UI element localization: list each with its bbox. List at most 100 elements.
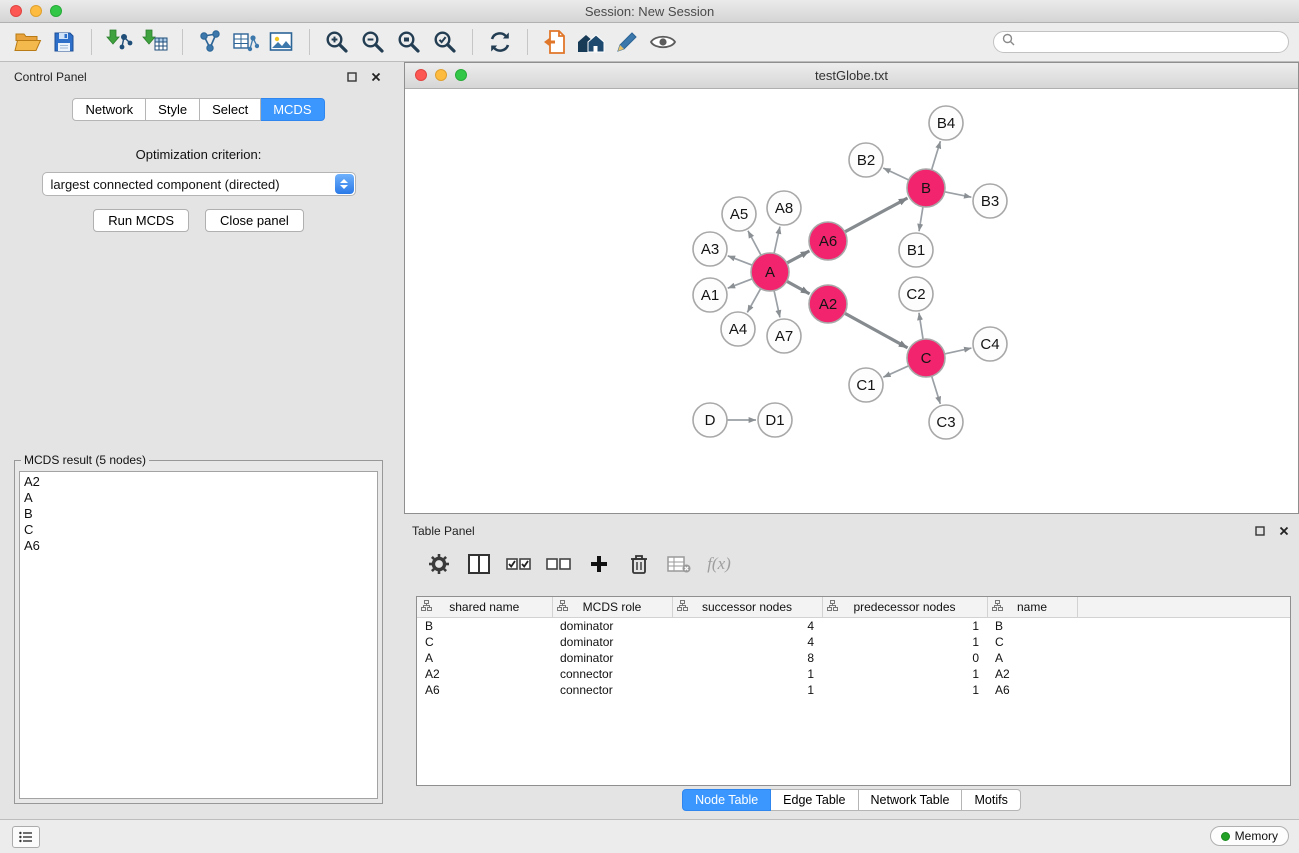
network-node-D1[interactable]: D1 (758, 403, 792, 437)
network-node-B[interactable]: B (907, 169, 945, 207)
network-zoom-button[interactable] (455, 69, 467, 81)
float-table-panel-icon[interactable] (1253, 524, 1267, 538)
network-node-A5[interactable]: A5 (722, 197, 756, 231)
table-cell-predecessor_nodes[interactable]: 1 (822, 634, 987, 650)
run-mcds-button[interactable]: Run MCDS (93, 209, 189, 232)
table-cell-predecessor_nodes[interactable]: 1 (822, 666, 987, 682)
network-node-D[interactable]: D (693, 403, 727, 437)
table-cell-name[interactable]: B (987, 618, 1077, 635)
table-cell-shared_name[interactable]: B (417, 618, 552, 635)
network-node-C1[interactable]: C1 (849, 368, 883, 402)
zoom-in-icon[interactable] (319, 26, 355, 58)
network-node-A[interactable]: A (751, 253, 789, 291)
mcds-result-item[interactable]: A2 (24, 474, 373, 490)
table-cell-successor_nodes[interactable]: 1 (672, 666, 822, 682)
network-edge-A-A8[interactable] (774, 227, 780, 254)
close-panel-button[interactable]: Close panel (205, 209, 304, 232)
network-node-A1[interactable]: A1 (693, 278, 727, 312)
column-header-name[interactable]: name (987, 597, 1077, 618)
network-edge-A-A4[interactable] (747, 289, 760, 313)
criterion-dropdown[interactable]: largest connected component (directed) (42, 172, 356, 196)
network-edge-A-A2[interactable] (787, 281, 810, 294)
tab-network-table[interactable]: Network Table (859, 789, 963, 811)
network-node-A6[interactable]: A6 (809, 222, 847, 260)
minimize-window-button[interactable] (30, 5, 42, 17)
network-edge-A-A6[interactable] (787, 251, 810, 263)
table-cell-successor_nodes[interactable]: 4 (672, 618, 822, 635)
toggle-views-columns-icon[interactable] (464, 550, 494, 578)
zoom-selected-icon[interactable] (427, 26, 463, 58)
network-edge-A-A1[interactable] (728, 279, 753, 288)
deselect-all-icon[interactable] (544, 550, 574, 578)
tab-motifs[interactable]: Motifs (962, 789, 1020, 811)
show-hide-graphics-eye-icon[interactable] (645, 26, 681, 58)
tab-network[interactable]: Network (72, 98, 146, 121)
table-cell-shared_name[interactable]: A6 (417, 682, 552, 698)
tab-mcds[interactable]: MCDS (261, 98, 324, 121)
network-edge-A2-C[interactable] (845, 313, 908, 348)
table-cell-shared_name[interactable]: A (417, 650, 552, 666)
table-cell-predecessor_nodes[interactable]: 1 (822, 682, 987, 698)
mcds-result-item[interactable]: B (24, 506, 373, 522)
export-image-icon[interactable] (264, 26, 300, 58)
close-table-panel-icon[interactable] (1277, 524, 1291, 538)
network-node-A3[interactable]: A3 (693, 232, 727, 266)
table-cell-predecessor_nodes[interactable]: 1 (822, 618, 987, 635)
mcds-result-item[interactable]: C (24, 522, 373, 538)
network-edge-A-A7[interactable] (774, 291, 780, 318)
show-panel-list-button[interactable] (12, 826, 40, 848)
column-header-shared-name[interactable]: shared name (417, 597, 552, 618)
tab-node-table[interactable]: Node Table (682, 789, 771, 811)
tab-select[interactable]: Select (200, 98, 261, 121)
table-cell-name[interactable]: A6 (987, 682, 1077, 698)
table-cell-name[interactable]: A (987, 650, 1077, 666)
table-cell-mcds_role[interactable]: dominator (552, 634, 672, 650)
apply-layout-icon[interactable] (482, 26, 518, 58)
column-header-predecessor-nodes[interactable]: predecessor nodes (822, 597, 987, 618)
zoom-out-icon[interactable] (355, 26, 391, 58)
node-table-container[interactable]: shared name MCDS role successor nodes pr… (416, 596, 1291, 786)
table-cell-name[interactable]: A2 (987, 666, 1077, 682)
table-cell-mcds_role[interactable]: connector (552, 682, 672, 698)
memory-button[interactable]: Memory (1210, 826, 1289, 846)
table-row[interactable]: A2connector11A2 (417, 666, 1290, 682)
network-node-A7[interactable]: A7 (767, 319, 801, 353)
network-node-C3[interactable]: C3 (929, 405, 963, 439)
table-cell-mcds_role[interactable]: dominator (552, 650, 672, 666)
network-node-B2[interactable]: B2 (849, 143, 883, 177)
table-row[interactable]: A6connector11A6 (417, 682, 1290, 698)
tab-edge-table[interactable]: Edge Table (771, 789, 858, 811)
network-close-button[interactable] (415, 69, 427, 81)
network-node-B1[interactable]: B1 (899, 233, 933, 267)
table-cell-predecessor_nodes[interactable]: 0 (822, 650, 987, 666)
zoom-fit-icon[interactable] (391, 26, 427, 58)
select-all-icon[interactable] (504, 550, 534, 578)
table-cell-shared_name[interactable]: C (417, 634, 552, 650)
network-edge-C-C3[interactable] (932, 376, 941, 404)
network-edge-C-C2[interactable] (919, 313, 923, 339)
table-row[interactable]: Adominator80A (417, 650, 1290, 666)
network-edge-C-C1[interactable] (883, 366, 908, 377)
float-panel-icon[interactable] (345, 70, 359, 84)
network-edge-B-B4[interactable] (932, 141, 941, 170)
close-panel-icon[interactable] (369, 70, 383, 84)
tab-style[interactable]: Style (146, 98, 200, 121)
network-edge-A6-B[interactable] (845, 198, 908, 232)
network-window-titlebar[interactable]: testGlobe.txt (405, 63, 1298, 89)
new-network-icon[interactable] (192, 26, 228, 58)
network-node-A4[interactable]: A4 (721, 312, 755, 346)
home-icon[interactable] (573, 26, 609, 58)
import-table-icon[interactable] (137, 26, 173, 58)
function-builder-fx-icon[interactable]: f(x) (704, 550, 734, 578)
network-node-B3[interactable]: B3 (973, 184, 1007, 218)
mcds-result-list[interactable]: A2ABCA6 (19, 471, 378, 799)
import-network-icon[interactable] (101, 26, 137, 58)
table-cell-successor_nodes[interactable]: 4 (672, 634, 822, 650)
network-node-C[interactable]: C (907, 339, 945, 377)
new-network-table-icon[interactable] (228, 26, 264, 58)
close-window-button[interactable] (10, 5, 22, 17)
search-input[interactable] (1020, 34, 1280, 50)
table-cell-mcds_role[interactable]: dominator (552, 618, 672, 635)
table-cell-name[interactable]: C (987, 634, 1077, 650)
network-node-A8[interactable]: A8 (767, 191, 801, 225)
